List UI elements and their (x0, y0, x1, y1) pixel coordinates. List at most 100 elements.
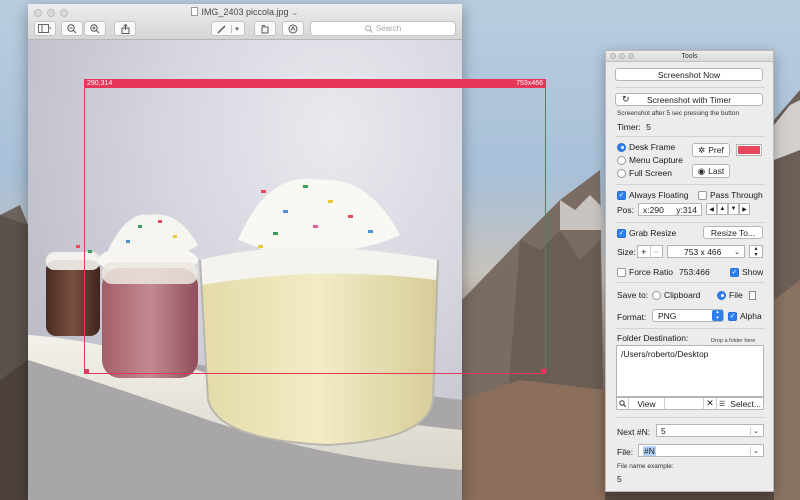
alpha-option[interactable]: ✓ Alpha (728, 311, 762, 321)
resize-handle-bottom-left[interactable] (84, 369, 89, 374)
alpha-checkbox[interactable]: ✓ (728, 311, 737, 321)
file-name-example-label: File name example: (617, 463, 674, 470)
grab-resize-checkbox[interactable]: ✓ (617, 228, 626, 238)
zoom-out-button[interactable] (61, 21, 83, 36)
pass-through-checkbox[interactable] (698, 190, 707, 200)
markup-pen-button[interactable]: ▾ (211, 21, 245, 36)
sidebar-icon (38, 24, 52, 33)
list-icon: ☰ (719, 400, 726, 408)
resize-to-button[interactable]: Resize To... (703, 226, 763, 239)
clipboard-radio[interactable] (652, 290, 661, 300)
tools-panel: Tools Screenshot Now ↻ Screenshot with T… (605, 50, 774, 492)
save-to-label: Save to: (617, 290, 649, 300)
next-n-label: Next #N: (617, 427, 651, 437)
zoom-panel-button[interactable] (628, 53, 634, 59)
minimize-panel-button[interactable] (619, 53, 625, 59)
show-option[interactable]: ✓ Show (730, 267, 763, 277)
document-icon (191, 7, 199, 16)
pos-x-value[interactable]: x:290 (643, 205, 664, 215)
markup-icon (288, 24, 298, 33)
preview-titlebar: IMG_2403 piccola.jpg ⌄ ▾ Search (28, 4, 462, 40)
search-icon (617, 398, 629, 409)
ratio-value: 753:466 (679, 267, 710, 277)
folder-drop-area[interactable]: /Users/roberto/Desktop (616, 345, 764, 397)
sidebar-toggle-button[interactable] (34, 21, 56, 36)
capture-size-label: 753x466 (516, 80, 543, 87)
screenshot-now-button[interactable]: Screenshot Now (615, 68, 763, 81)
next-n-field[interactable]: 5 ⌄ (656, 424, 764, 437)
nudge-down-button[interactable]: ▼ (728, 203, 739, 215)
pos-label: Pos: (617, 205, 635, 215)
screenshot-timer-button[interactable]: ↻ Screenshot with Timer (615, 93, 763, 106)
force-ratio-checkbox[interactable] (617, 267, 626, 277)
close-panel-button[interactable] (610, 53, 616, 59)
rotate-icon (261, 24, 269, 33)
full-screen-radio[interactable] (617, 168, 626, 178)
show-checkbox[interactable]: ✓ (730, 267, 739, 277)
save-file-option[interactable]: File (717, 290, 756, 300)
last-button[interactable]: ◉ Last (692, 164, 730, 178)
size-combo[interactable]: 753 x 466 ⌄ (667, 245, 745, 258)
capture-frame-bar[interactable]: 290,314 753x466 (84, 79, 546, 88)
frame-color-swatch (738, 146, 760, 154)
nudge-up-button[interactable]: ▲ (717, 203, 728, 215)
clear-icon[interactable]: ✕ (704, 398, 717, 409)
chevron-down-icon: ⌄ (750, 446, 759, 455)
format-select[interactable]: PNG ▴ ▾ (652, 309, 724, 322)
chevron-down-icon: ⌄ (291, 7, 299, 17)
plus-icon[interactable]: + (638, 246, 651, 257)
share-icon (121, 23, 129, 34)
mode-desk-frame[interactable]: Desk Frame (617, 142, 675, 152)
rotate-button[interactable] (254, 21, 276, 36)
tools-titlebar: Tools (606, 51, 773, 62)
grab-resize-option[interactable]: ✓ Grab Resize (617, 228, 676, 238)
timer-value[interactable]: 5 (646, 122, 651, 132)
mode-menu-capture[interactable]: Menu Capture (617, 155, 683, 165)
always-floating-option[interactable]: ✓ Always Floating (617, 190, 689, 200)
next-n-value: 5 (661, 425, 666, 436)
updown-chevron-icon: ▴ ▾ (712, 309, 723, 321)
size-label: Size: (617, 247, 636, 257)
zoom-in-button[interactable] (84, 21, 106, 36)
size-stepper[interactable]: ▴ ▾ (749, 245, 763, 258)
document-icon (748, 290, 756, 300)
capture-position-label: 290,314 (87, 80, 113, 87)
file-name-value: #N (643, 445, 656, 456)
chevron-down-icon: ⌄ (734, 248, 740, 256)
resize-handle-bottom-right[interactable] (541, 369, 546, 374)
pass-through-option[interactable]: Pass Through (698, 190, 763, 200)
always-floating-checkbox[interactable]: ✓ (617, 190, 626, 200)
view-button[interactable]: View (629, 398, 665, 409)
nudge-left-button[interactable]: ◀ (706, 203, 717, 215)
search-field[interactable]: Search (310, 21, 456, 36)
file-label: File: (617, 447, 634, 457)
size-stepper-buttons: + − (637, 245, 663, 258)
position-field[interactable]: x:290 y:314 (638, 203, 702, 216)
size-value: 753 x 466 (684, 246, 722, 257)
minus-icon[interactable]: − (651, 246, 663, 257)
share-button[interactable] (114, 21, 136, 36)
nudge-right-button[interactable]: ▶ (739, 203, 750, 215)
gear-icon: ✲ (698, 144, 706, 155)
zoom-in-icon (90, 23, 100, 33)
folder-destination-label: Folder Destination: (617, 333, 689, 343)
folder-path: /Users/roberto/Desktop (621, 349, 709, 359)
format-label: Format: (617, 312, 647, 322)
timer-note: Screenshot after 5 sec pressing the butt… (617, 110, 740, 117)
pref-button[interactable]: ✲ Pref (692, 143, 730, 157)
pos-y-value[interactable]: y:314 (676, 205, 697, 215)
markup-toolbox-button[interactable] (282, 21, 304, 36)
desk-frame-radio[interactable] (617, 142, 626, 152)
select-folder-button[interactable]: ☰ Select... (717, 398, 763, 409)
menu-capture-radio[interactable] (617, 155, 626, 165)
chevron-down-icon: ▾ (231, 24, 239, 33)
frame-color-well[interactable] (736, 144, 762, 156)
file-name-field[interactable]: #N ⌄ (638, 444, 764, 457)
capture-frame[interactable]: 290,314 753x466 (84, 79, 546, 374)
mode-full-screen[interactable]: Full Screen (617, 168, 672, 178)
force-ratio-option[interactable]: Force Ratio (617, 267, 673, 277)
timer-row: Timer: 5 (617, 122, 651, 132)
window-title: IMG_2403 piccola.jpg ⌄ (28, 7, 462, 18)
save-clipboard-option[interactable]: Clipboard (652, 290, 700, 300)
file-radio[interactable] (717, 290, 726, 300)
